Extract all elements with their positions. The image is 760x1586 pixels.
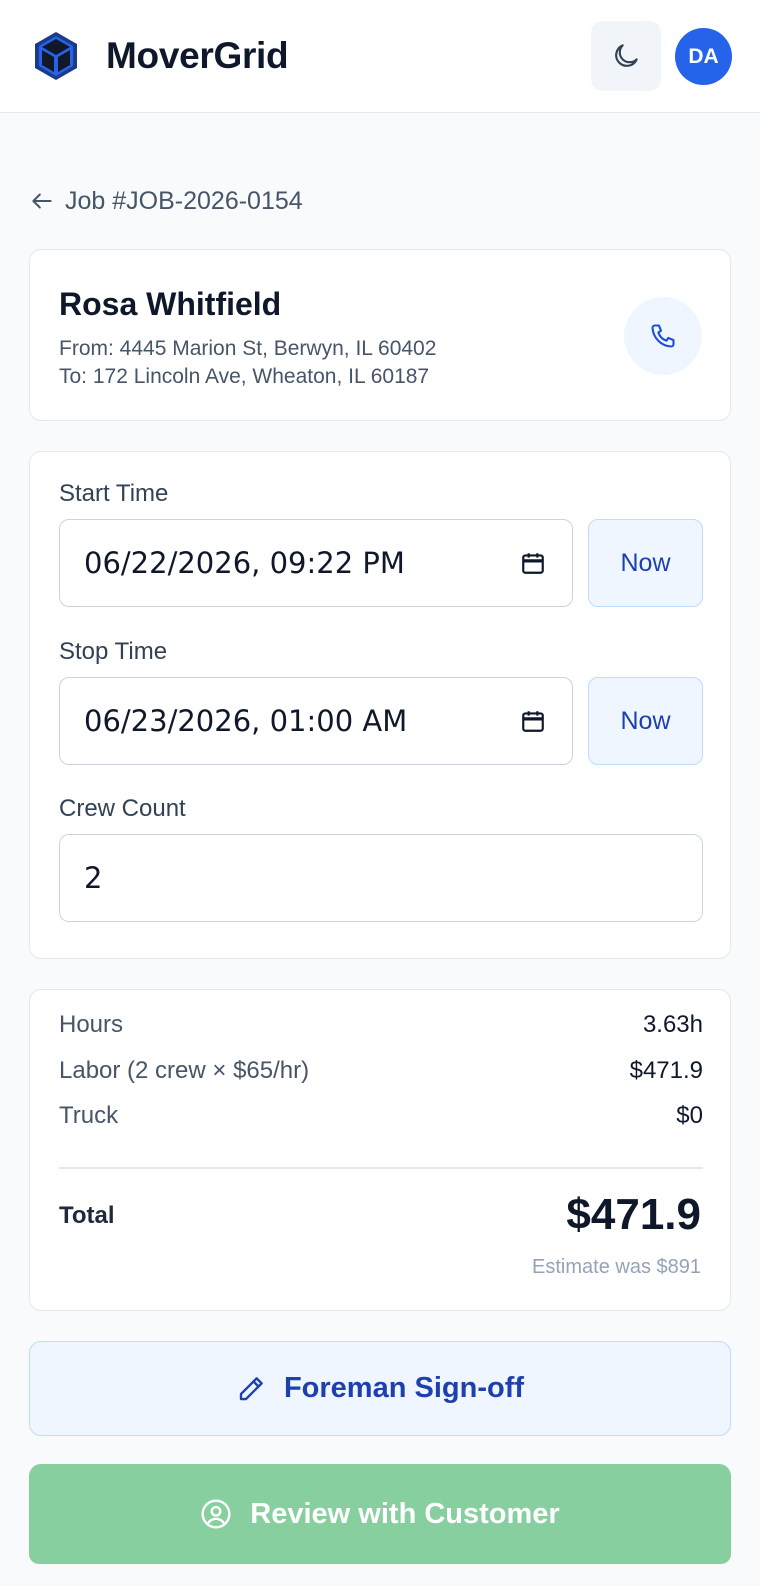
crew-count-input[interactable]: 2 xyxy=(59,834,703,922)
hours-label: Hours xyxy=(59,1011,124,1038)
labor-row: Labor (2 crew × $65/hr) $471.9 xyxy=(59,1056,703,1086)
estimate-note: Estimate was $891 xyxy=(532,1256,701,1278)
customer-name: Rosa Whitfield xyxy=(59,286,282,322)
phone-icon xyxy=(651,324,675,348)
start-time-input[interactable]: 06/22/2026, 09:22 PM xyxy=(59,519,573,607)
review-with-customer-label: Review with Customer xyxy=(250,1497,560,1530)
time-entry-card: Start Time 06/22/2026, 09:22 PM Now Stop… xyxy=(29,451,731,959)
to-address: To: 172 Lincoln Ave, Wheaton, IL 60187 xyxy=(59,365,430,388)
crew-count-label: Crew Count xyxy=(59,795,186,822)
truck-value: $0 xyxy=(676,1102,703,1129)
cube-logo-icon[interactable] xyxy=(32,30,80,82)
user-circle-icon xyxy=(201,1499,231,1529)
from-address: From: 4445 Marion St, Berwyn, IL 60402 xyxy=(59,337,437,360)
hours-row: Hours 3.63h xyxy=(59,1010,703,1040)
calendar-icon[interactable] xyxy=(520,550,546,576)
arrow-left-icon xyxy=(32,193,52,209)
truck-label: Truck xyxy=(59,1102,119,1129)
review-with-customer-button[interactable]: Review with Customer xyxy=(29,1464,731,1564)
labor-value: $471.9 xyxy=(629,1057,703,1084)
job-id-label: Job #JOB-2026-0154 xyxy=(65,187,303,215)
pencil-icon xyxy=(239,1376,263,1400)
top-bar: MoverGrid DA xyxy=(0,0,760,113)
hours-value: 3.63h xyxy=(642,1011,703,1038)
truck-row: Truck $0 xyxy=(59,1101,703,1131)
call-button[interactable] xyxy=(624,297,702,375)
back-link[interactable]: Job #JOB-2026-0154 xyxy=(29,186,303,216)
total-label: Total xyxy=(59,1202,115,1229)
divider xyxy=(59,1167,703,1169)
labor-label: Labor (2 crew × $65/hr) xyxy=(59,1057,310,1084)
stop-time-value: 06/23/2026, 01:00 AM xyxy=(84,704,408,738)
avatar[interactable]: DA xyxy=(675,28,732,85)
customer-card: Rosa Whitfield From: 4445 Marion St, Ber… xyxy=(29,249,731,421)
totals-card: Hours 3.63h Labor (2 crew × $65/hr) $471… xyxy=(29,989,731,1311)
stop-time-input[interactable]: 06/23/2026, 01:00 AM xyxy=(59,677,573,765)
total-value: $471.9 xyxy=(566,1190,701,1239)
theme-toggle-button[interactable] xyxy=(591,21,661,91)
foreman-signoff-button[interactable]: Foreman Sign-off xyxy=(29,1341,731,1436)
stop-time-label: Stop Time xyxy=(59,638,168,665)
brand-name[interactable]: MoverGrid xyxy=(106,34,289,78)
start-time-value: 06/22/2026, 09:22 PM xyxy=(84,546,405,580)
calendar-icon[interactable] xyxy=(520,708,546,734)
foreman-signoff-label: Foreman Sign-off xyxy=(283,1372,525,1404)
start-time-label: Start Time xyxy=(59,480,169,507)
start-now-button[interactable]: Now xyxy=(588,519,703,607)
moon-icon xyxy=(615,44,638,67)
stop-now-button[interactable]: Now xyxy=(588,677,703,765)
